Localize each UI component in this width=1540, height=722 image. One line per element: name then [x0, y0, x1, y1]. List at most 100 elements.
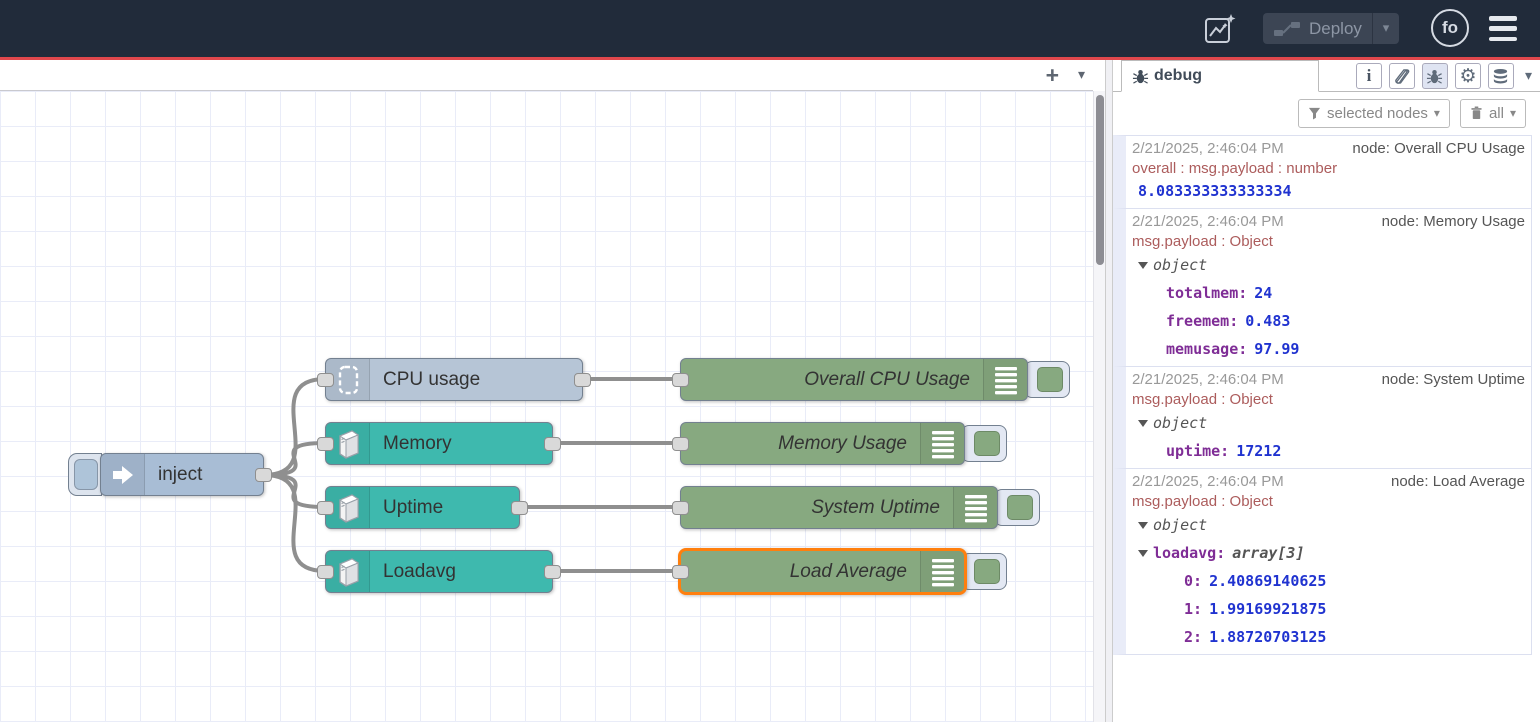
- collapse-caret-icon[interactable]: [1138, 420, 1148, 427]
- node-loadavg[interactable]: Loadavg: [325, 550, 553, 593]
- debug-toggle-button[interactable]: [994, 489, 1040, 526]
- object-value: 17212: [1236, 442, 1281, 460]
- canvas-vertical-scrollbar[interactable]: [1093, 91, 1105, 722]
- help-tab-button[interactable]: [1389, 63, 1415, 89]
- filter-button[interactable]: selected nodes ▾: [1298, 99, 1450, 128]
- object-key: freemem:: [1166, 312, 1238, 330]
- node-label: Uptime: [370, 497, 519, 519]
- context-tab-button[interactable]: [1488, 63, 1514, 89]
- output-port[interactable]: [255, 468, 272, 482]
- flow-wires[interactable]: [0, 91, 1093, 722]
- object-key: totalmem:: [1166, 284, 1247, 302]
- database-icon: [1492, 68, 1509, 85]
- tree-object-row[interactable]: object: [1130, 409, 1527, 437]
- sidebar-resize-handle[interactable]: [1105, 60, 1113, 722]
- array-index: 1:: [1184, 600, 1202, 618]
- message-timestamp: 2/21/2025, 2:46:04 PM: [1132, 138, 1284, 159]
- tree-array-row[interactable]: loadavg:array[3]: [1130, 539, 1527, 567]
- filter-caret-icon: ▾: [1434, 106, 1440, 120]
- debug-message: 2/21/2025, 2:46:04 PM node: System Uptim…: [1113, 367, 1532, 469]
- flow-tab-bar: + ▾: [0, 60, 1093, 91]
- sidebar-menu-caret-icon[interactable]: ▾: [1525, 68, 1532, 84]
- deploy-nodes-icon: [1273, 20, 1301, 38]
- clear-caret-icon: ▾: [1510, 106, 1516, 120]
- debug-sidebar: debug i ⚙: [1113, 60, 1540, 722]
- collapse-caret-icon[interactable]: [1138, 550, 1148, 557]
- tab-debug[interactable]: debug: [1121, 60, 1319, 92]
- tree-array-item: 2:1.88720703125: [1130, 623, 1527, 651]
- main-menu-icon[interactable]: [1489, 16, 1517, 41]
- flow-canvas[interactable]: inject CPU usage: [0, 91, 1093, 722]
- object-type: object: [1153, 256, 1207, 274]
- flow-list-caret-icon[interactable]: ▾: [1078, 60, 1085, 90]
- deploy-caret-icon[interactable]: ▾: [1373, 21, 1399, 36]
- workspace: + ▾ inject: [0, 60, 1105, 722]
- scrollbar-thumb[interactable]: [1096, 95, 1104, 265]
- object-type: object: [1153, 414, 1207, 432]
- array-index: 0:: [1184, 572, 1202, 590]
- input-port[interactable]: [317, 437, 334, 451]
- collapse-caret-icon[interactable]: [1138, 262, 1148, 269]
- node-debug-memory-usage[interactable]: Memory Usage: [680, 422, 965, 465]
- object-key: memusage:: [1166, 340, 1247, 358]
- input-port[interactable]: [672, 501, 689, 515]
- input-port[interactable]: [672, 565, 689, 579]
- config-tab-button[interactable]: ⚙: [1455, 63, 1481, 89]
- object-key: uptime:: [1166, 442, 1229, 460]
- message-timestamp: 2/21/2025, 2:46:04 PM: [1132, 211, 1284, 232]
- tree-object-row[interactable]: object: [1130, 511, 1527, 539]
- node-uptime[interactable]: Uptime: [325, 486, 520, 529]
- node-inject[interactable]: inject: [100, 453, 264, 496]
- message-source-node[interactable]: node: Load Average: [1391, 471, 1525, 492]
- message-source-node[interactable]: node: Memory Usage: [1382, 211, 1525, 232]
- debug-toggle-state: [974, 559, 1000, 584]
- debug-message: 2/21/2025, 2:46:04 PM node: Load Average…: [1113, 469, 1532, 655]
- input-port[interactable]: [672, 437, 689, 451]
- node-label: CPU usage: [370, 369, 582, 391]
- filter-funnel-icon: [1308, 107, 1321, 120]
- user-avatar[interactable]: fo: [1431, 9, 1469, 47]
- node-debug-system-uptime[interactable]: System Uptime: [680, 486, 998, 529]
- node-cpu-usage[interactable]: CPU usage: [325, 358, 583, 401]
- add-flow-icon[interactable]: +: [1046, 60, 1059, 90]
- array-value: 2.40869140625: [1209, 572, 1326, 590]
- input-port[interactable]: [317, 373, 334, 387]
- object-value: 97.99: [1254, 340, 1299, 358]
- message-timestamp: 2/21/2025, 2:46:04 PM: [1132, 369, 1284, 390]
- flow-assistant-icon[interactable]: [1202, 11, 1238, 47]
- bug-icon: [1426, 68, 1443, 85]
- output-port[interactable]: [511, 501, 528, 515]
- deploy-button[interactable]: Deploy ▾: [1263, 13, 1399, 44]
- output-port[interactable]: [574, 373, 591, 387]
- message-source-node[interactable]: node: System Uptime: [1382, 369, 1525, 390]
- debug-toggle-button[interactable]: [961, 425, 1007, 462]
- debug-list-icon: [920, 423, 964, 464]
- input-port[interactable]: [317, 501, 334, 515]
- collapse-caret-icon[interactable]: [1138, 522, 1148, 529]
- book-icon: [1393, 68, 1410, 85]
- input-port[interactable]: [317, 565, 334, 579]
- debug-toggle-button[interactable]: [961, 553, 1007, 590]
- input-port[interactable]: [672, 373, 689, 387]
- output-port[interactable]: [544, 437, 561, 451]
- info-tab-button[interactable]: i: [1356, 63, 1382, 89]
- debug-tab-button[interactable]: [1422, 63, 1448, 89]
- debug-toggle-state: [1007, 495, 1033, 520]
- node-debug-overall-cpu-usage[interactable]: Overall CPU Usage: [680, 358, 1028, 401]
- node-debug-load-average[interactable]: Load Average: [678, 548, 967, 595]
- tree-key-row: uptime: 17212: [1130, 437, 1527, 465]
- node-memory[interactable]: Memory: [325, 422, 553, 465]
- clear-button[interactable]: all ▾: [1460, 99, 1526, 128]
- message-source-node[interactable]: node: Overall CPU Usage: [1352, 138, 1525, 159]
- output-port[interactable]: [544, 565, 561, 579]
- inject-trigger-button[interactable]: [68, 453, 102, 496]
- message-timestamp: 2/21/2025, 2:46:04 PM: [1132, 471, 1284, 492]
- tree-object-row[interactable]: object: [1130, 251, 1527, 279]
- debug-toggle-state: [1037, 367, 1063, 392]
- message-meta: 2/21/2025, 2:46:04 PM node: System Uptim…: [1130, 369, 1527, 390]
- node-label: Memory Usage: [681, 433, 920, 455]
- trash-icon: [1470, 106, 1483, 120]
- debug-toggle-button[interactable]: [1024, 361, 1070, 398]
- node-label: Loadavg: [370, 561, 552, 583]
- menu-bar: [1489, 37, 1517, 42]
